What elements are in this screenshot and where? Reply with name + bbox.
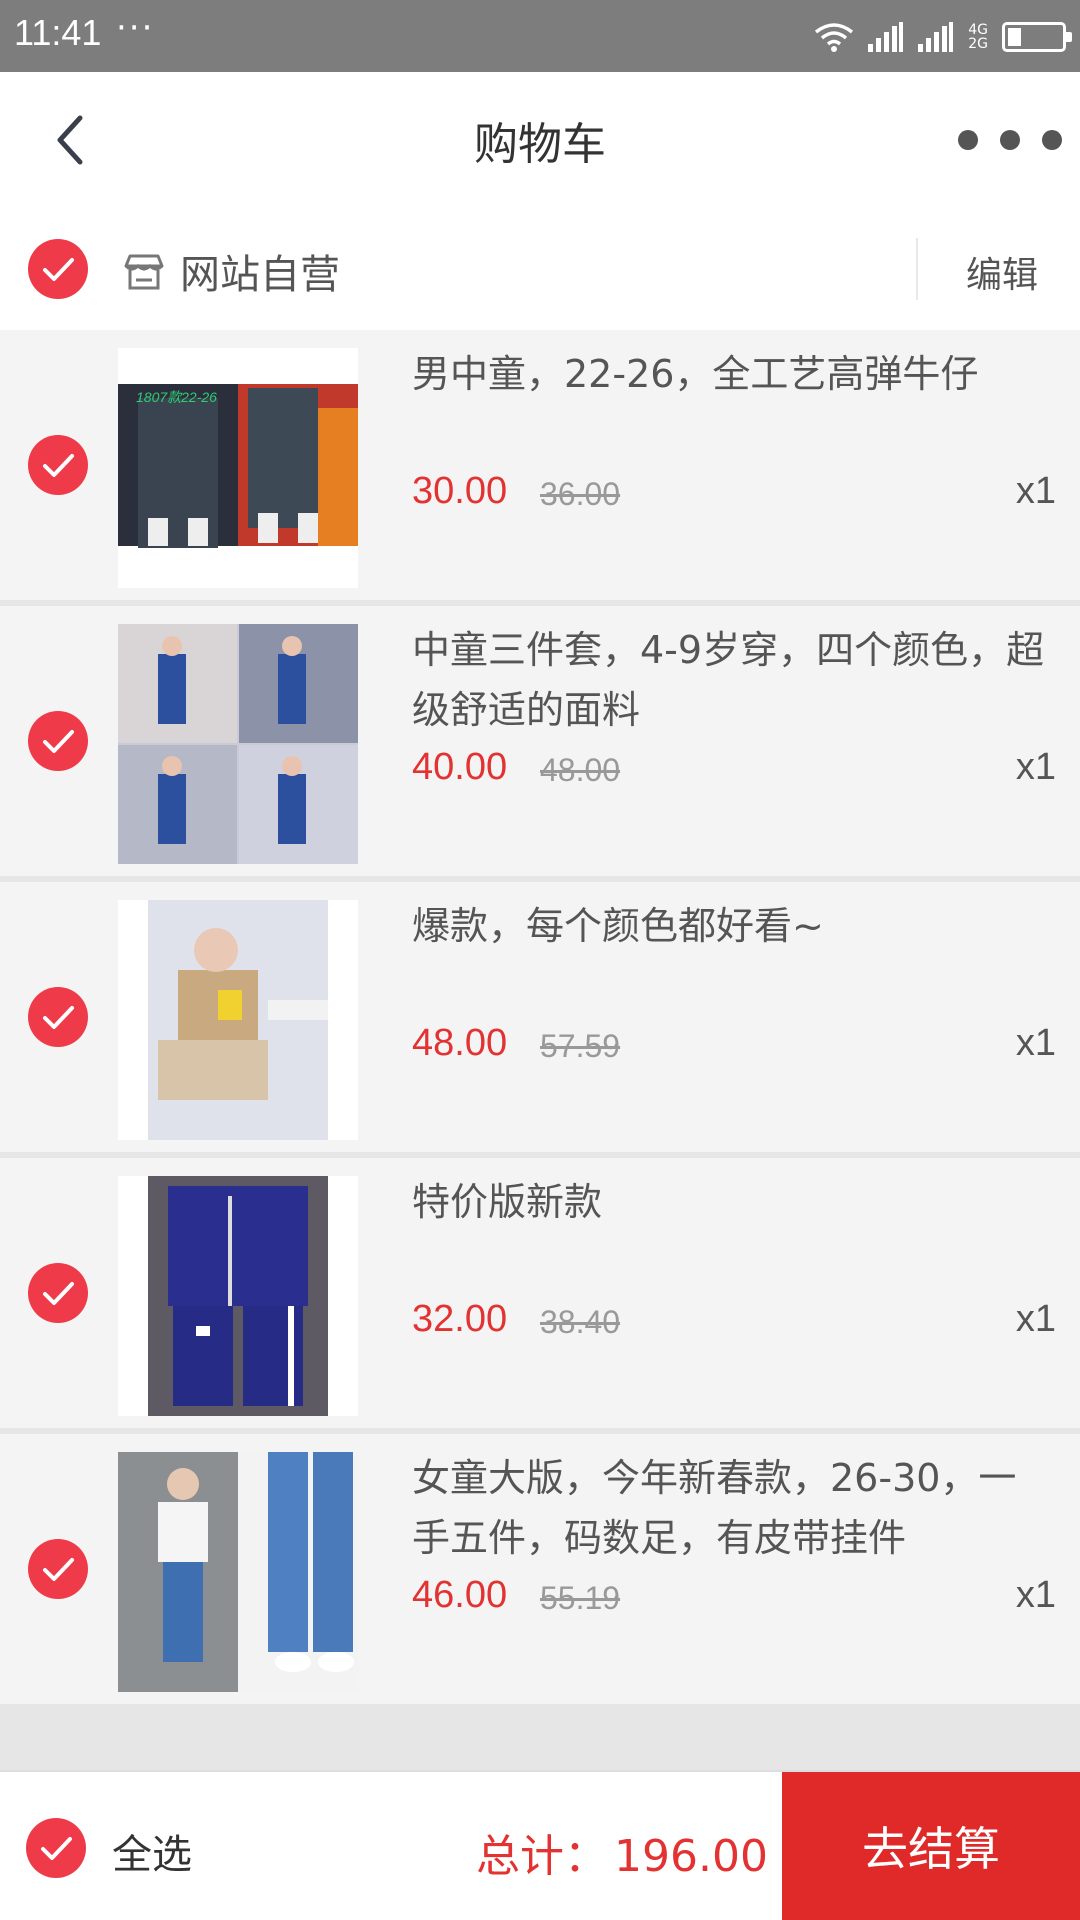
status-time: 11:41 [14, 12, 102, 53]
status-icons: 4G 2G [814, 12, 1072, 62]
network-type: 4G 2G [968, 22, 988, 52]
original-price: 38.40 [540, 1304, 621, 1340]
cart-item: 1807款22-26 男中童，22-26，全工艺高弹牛仔 30.00 36.00… [0, 330, 1080, 600]
product-quantity: x1 [1015, 470, 1056, 512]
status-dots: ··· [116, 8, 155, 48]
product-image[interactable] [118, 624, 358, 864]
item-select-checkbox[interactable] [28, 1539, 88, 1599]
cart-item: 爆款，每个颜色都好看~ 48.00 57.59 x1 [0, 882, 1080, 1152]
cart-item: 中童三件套，4-9岁穿，四个颜色，超级舒适的面料 40.00 48.00 x1 [0, 606, 1080, 876]
check-icon [43, 1006, 74, 1029]
signal-icon [868, 22, 904, 52]
original-price: 48.00 [540, 752, 621, 788]
product-quantity: x1 [1015, 1298, 1056, 1340]
product-image[interactable]: 1807款22-26 [118, 348, 358, 588]
battery-icon [1002, 22, 1072, 52]
original-price: 55.19 [540, 1580, 621, 1616]
product-title[interactable]: 特价版新款 [412, 1172, 1052, 1232]
product-price: 48.00 [412, 1022, 508, 1064]
battery-level [1008, 28, 1021, 46]
product-price: 32.00 [412, 1298, 508, 1340]
total-value: 196.00 [614, 1831, 768, 1882]
check-icon [43, 730, 74, 753]
total-label: 总计： [476, 1831, 609, 1882]
cart-item: 特价版新款 32.00 38.40 x1 [0, 1158, 1080, 1428]
select-all-label[interactable]: 全选 [112, 1822, 192, 1880]
product-price: 30.00 [412, 470, 508, 512]
image-caption: 1807款22-26 [136, 389, 217, 405]
item-select-checkbox[interactable] [28, 435, 88, 495]
edit-button[interactable]: 编辑 [966, 246, 1038, 298]
product-title[interactable]: 男中童，22-26，全工艺高弹牛仔 [412, 344, 1052, 404]
item-select-checkbox[interactable] [28, 1263, 88, 1323]
original-price: 36.00 [540, 476, 621, 512]
signal-secondary-icon [918, 22, 954, 52]
select-all-checkbox[interactable] [26, 1818, 86, 1878]
product-title[interactable]: 爆款，每个颜色都好看~ [412, 896, 1052, 956]
store-icon [124, 254, 164, 290]
product-title[interactable]: 女童大版，今年新春款，26-30，一手五件，码数足，有皮带挂件 [412, 1448, 1052, 1568]
cart-list: 1807款22-26 男中童，22-26，全工艺高弹牛仔 30.00 36.00… [0, 330, 1080, 1710]
shop-name: 网站自营 [180, 252, 340, 298]
total-price: 总计： 196.00 [476, 1820, 768, 1884]
check-icon [43, 1558, 74, 1581]
product-image[interactable] [118, 1452, 358, 1692]
check-icon [43, 454, 74, 477]
wifi-icon [815, 23, 854, 52]
product-image[interactable] [118, 1176, 358, 1416]
product-title[interactable]: 中童三件套，4-9岁穿，四个颜色，超级舒适的面料 [412, 620, 1052, 740]
divider [916, 238, 918, 300]
product-price: 46.00 [412, 1574, 508, 1616]
checkout-bar: 全选 总计： 196.00 去结算 [0, 1770, 1080, 1920]
page-title: 购物车 [474, 119, 606, 170]
shop-header: 网站自营 编辑 [0, 208, 1080, 330]
product-quantity: x1 [1015, 1574, 1056, 1616]
product-image[interactable] [118, 900, 358, 1140]
status-bar: 11:41 ··· 4G 2G [0, 0, 1080, 72]
item-select-checkbox[interactable] [28, 711, 88, 771]
product-quantity: x1 [1015, 746, 1056, 788]
checkout-button[interactable]: 去结算 [782, 1772, 1080, 1920]
item-select-checkbox[interactable] [28, 987, 88, 1047]
check-icon [41, 1837, 72, 1860]
product-quantity: x1 [1015, 1022, 1056, 1064]
shop-select-checkbox[interactable] [28, 239, 88, 299]
product-price: 40.00 [412, 746, 508, 788]
nav-bar: 购物车 [0, 72, 1080, 208]
check-icon [43, 258, 74, 281]
cart-item: 女童大版，今年新春款，26-30，一手五件，码数足，有皮带挂件 46.00 55… [0, 1434, 1080, 1704]
original-price: 57.59 [540, 1028, 621, 1064]
check-icon [43, 1282, 74, 1305]
more-horizontal-icon[interactable] [958, 108, 1062, 172]
